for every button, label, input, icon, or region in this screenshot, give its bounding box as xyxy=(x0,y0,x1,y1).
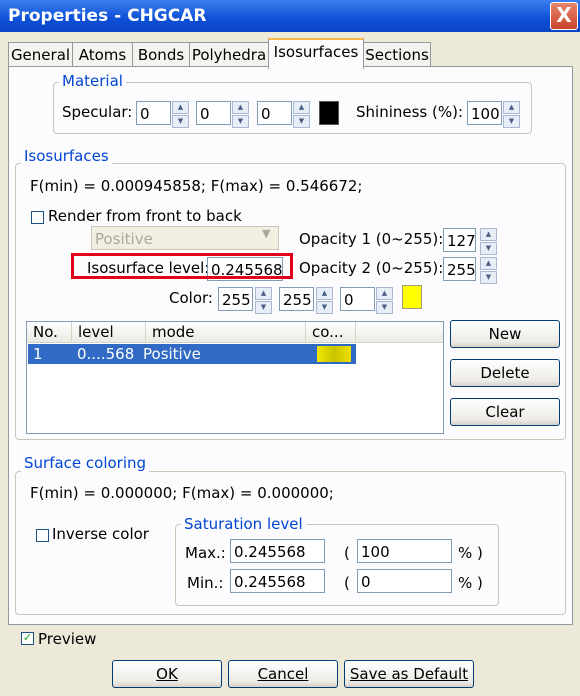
isosurface-list[interactable]: No. level mode co... 1 0....568 Positive xyxy=(26,321,444,434)
mode-select: Positive xyxy=(91,226,279,250)
row-level: 0....568 xyxy=(77,345,135,363)
delete-button[interactable]: Delete xyxy=(450,359,560,387)
isosurfaces-group-title: Isosurfaces xyxy=(21,147,112,165)
saturation-group xyxy=(175,524,499,606)
max-label: Max.: xyxy=(185,544,226,562)
tab-polyhedra[interactable]: Polyhedra xyxy=(189,42,269,67)
row-no: 1 xyxy=(33,345,43,363)
max-paren: ( xyxy=(344,544,350,562)
chevron-down-icon: ▼ xyxy=(262,227,271,240)
shininess-input[interactable]: 100 xyxy=(467,101,502,125)
specular-b-input[interactable]: 0 xyxy=(257,101,292,125)
column-no[interactable]: No. xyxy=(27,322,72,342)
min-percent-sign: % ) xyxy=(458,574,483,592)
min-label: Min.: xyxy=(187,574,224,592)
inverse-color-checkbox[interactable] xyxy=(36,529,49,542)
level-highlight-box xyxy=(71,253,293,279)
preview-label: Preview xyxy=(38,630,97,648)
row-color-swatch xyxy=(317,346,351,362)
min-percent-input[interactable]: 0 xyxy=(357,569,452,593)
properties-dialog: Properties - CHGCAR X General Atoms Bond… xyxy=(0,0,580,696)
specular-r-input[interactable]: 0 xyxy=(136,101,171,125)
shininess-label: Shininess (%): xyxy=(356,103,464,121)
list-header: No. level mode co... xyxy=(27,322,443,343)
column-level[interactable]: level xyxy=(72,322,146,342)
tab-bonds[interactable]: Bonds xyxy=(132,42,190,67)
max-percent-sign: % ) xyxy=(458,544,483,562)
specular-b-spinner[interactable]: ▲ ▼ xyxy=(293,101,310,128)
opacity2-input[interactable]: 255 xyxy=(443,257,476,281)
cancel-button[interactable]: Cancel xyxy=(228,660,338,688)
clear-button[interactable]: Clear xyxy=(450,398,560,426)
min-input[interactable]: 0.245568 xyxy=(230,569,325,593)
color-g-input[interactable]: 255 xyxy=(279,287,314,311)
tab-general[interactable]: General xyxy=(8,42,73,67)
min-paren: ( xyxy=(344,574,350,592)
isosurface-color-swatch[interactable] xyxy=(402,285,422,309)
title-bar: Properties - CHGCAR X xyxy=(0,0,580,32)
color-b-spinner[interactable]: ▲ ▼ xyxy=(376,287,393,314)
opacity2-spinner[interactable]: ▲ ▼ xyxy=(480,257,497,284)
specular-g-input[interactable]: 0 xyxy=(196,101,231,125)
column-mode[interactable]: mode xyxy=(146,322,306,342)
opacity1-spinner[interactable]: ▲ ▼ xyxy=(480,228,497,255)
tab-isosurfaces[interactable]: Isosurfaces xyxy=(268,38,364,69)
color-r-spinner[interactable]: ▲ ▼ xyxy=(255,287,272,314)
opacity1-label: Opacity 1 (0~255): xyxy=(299,230,444,248)
specular-g-spinner[interactable]: ▲ ▼ xyxy=(232,101,249,128)
opacity2-label: Opacity 2 (0~255): xyxy=(299,259,444,277)
shininess-spinner[interactable]: ▲ ▼ xyxy=(503,101,520,128)
surface-coloring-title: Surface coloring xyxy=(21,454,150,472)
tab-sections[interactable]: Sections xyxy=(363,42,431,67)
specular-label: Specular: xyxy=(62,103,133,121)
preview-checkbox[interactable]: ✓ xyxy=(21,632,34,645)
save-as-default-button[interactable]: Save as Default xyxy=(344,660,474,688)
tab-atoms[interactable]: Atoms xyxy=(72,42,133,67)
column-color[interactable]: co... xyxy=(306,322,356,342)
row-mode: Positive xyxy=(143,345,201,363)
saturation-title: Saturation level xyxy=(181,515,306,533)
render-front-checkbox[interactable] xyxy=(31,211,44,224)
render-front-label: Render from front to back xyxy=(48,207,242,225)
close-icon[interactable]: X xyxy=(550,2,578,30)
ok-button[interactable]: OK xyxy=(112,660,222,688)
max-input[interactable]: 0.245568 xyxy=(230,539,325,563)
color-g-spinner[interactable]: ▲ ▼ xyxy=(316,287,333,314)
max-percent-input[interactable]: 100 xyxy=(357,539,452,563)
surface-range-text: F(min) = 0.000000; F(max) = 0.000000; xyxy=(30,484,334,502)
window-title: Properties - CHGCAR xyxy=(8,6,207,26)
color-r-input[interactable]: 255 xyxy=(218,287,253,311)
color-b-input[interactable]: 0 xyxy=(340,287,375,311)
opacity1-input[interactable]: 127 xyxy=(443,228,476,252)
color-label: Color: xyxy=(169,289,213,307)
inverse-color-label: Inverse color xyxy=(52,525,149,543)
material-group-title: Material xyxy=(59,72,126,90)
isosurface-range-text: F(min) = 0.000945858; F(max) = 0.546672; xyxy=(30,177,363,195)
isosurfaces-panel: Material Specular: 0 ▲ ▼ 0 ▲ ▼ 0 ▲ ▼ Shinin… xyxy=(8,66,573,625)
new-button[interactable]: New xyxy=(450,320,560,348)
list-item[interactable]: 1 0....568 Positive xyxy=(28,344,356,364)
specular-color-swatch[interactable] xyxy=(319,101,339,125)
specular-r-spinner[interactable]: ▲ ▼ xyxy=(172,101,189,128)
